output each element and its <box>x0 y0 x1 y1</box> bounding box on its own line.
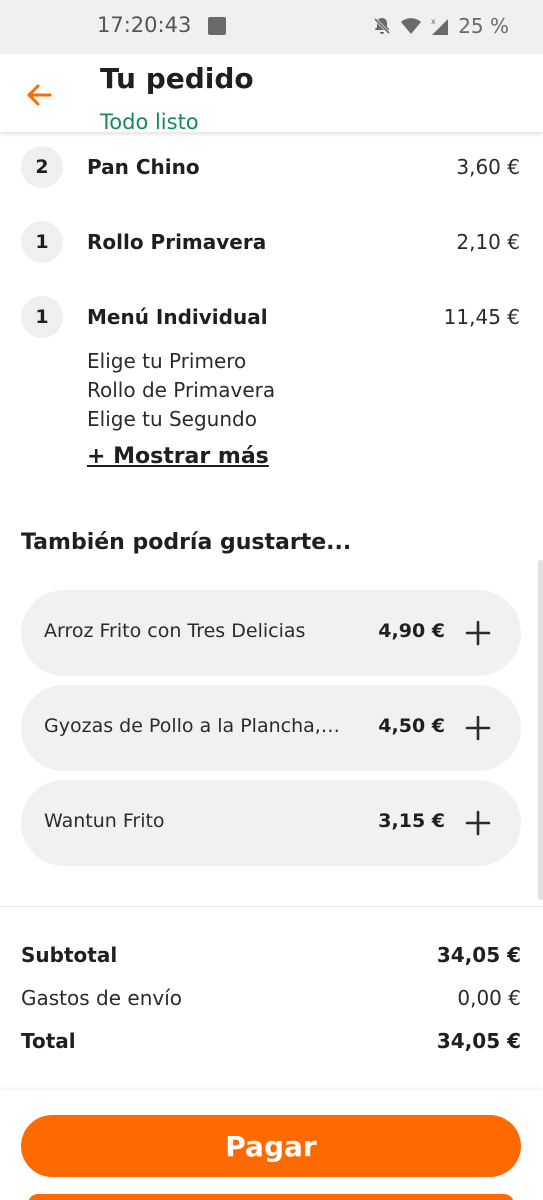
item-option: Rollo de Primavera <box>87 378 276 402</box>
plus-icon[interactable] <box>465 715 491 741</box>
suggestion-price: 3,15 € <box>378 810 445 832</box>
scrollbar[interactable] <box>538 560 543 900</box>
suggestion-card[interactable]: Wantun Frito 3,15 € <box>21 780 521 866</box>
order-item-menu-individual[interactable]: 1 Menú Individual 11,45 € Elige tu Prime… <box>0 296 543 476</box>
battery-level: 25 % <box>458 14 509 38</box>
order-item-pan-chino[interactable]: 2 Pan Chino 3,60 € <box>0 146 543 190</box>
suggestion-name: Gyozas de Pollo a la Plancha, 6... <box>44 715 344 737</box>
quantity-badge: 1 <box>21 221 63 263</box>
item-option: Elige tu Segundo <box>87 407 257 431</box>
total-row: Total 34,05 € <box>21 1029 521 1053</box>
wifi-icon <box>401 18 422 34</box>
total-label: Total <box>21 1029 76 1053</box>
delivery-row: Gastos de envío 0,00 € <box>21 986 521 1010</box>
suggestion-name: Arroz Frito con Tres Delicias <box>44 620 306 642</box>
show-more-link[interactable]: + Mostrar más <box>87 444 269 469</box>
pay-button[interactable]: Pagar <box>21 1115 521 1177</box>
page-subtitle: Todo listo <box>100 110 199 132</box>
subtotal-row: Subtotal 34,05 € <box>21 943 521 967</box>
item-name: Pan Chino <box>87 155 200 179</box>
suggestion-card[interactable]: Gyozas de Pollo a la Plancha, 6... 4,50 … <box>21 685 521 771</box>
item-name: Menú Individual <box>87 305 268 329</box>
plus-icon[interactable] <box>465 620 491 646</box>
subtotal-value: 34,05 € <box>436 943 521 967</box>
svg-text:x: x <box>431 17 436 26</box>
item-price: 3,60 € <box>456 155 520 179</box>
status-bar: 17:20:43 x 25 % <box>0 0 543 54</box>
bell-muted-icon <box>374 17 391 35</box>
signal-icon: x <box>431 17 449 35</box>
app-header: Tu pedido Todo listo <box>0 54 543 132</box>
secondary-button[interactable] <box>28 1194 514 1200</box>
delivery-value: 0,00 € <box>457 986 521 1010</box>
status-time: 17:20:43 <box>97 13 192 37</box>
item-name: Rollo Primavera <box>87 230 267 254</box>
suggestion-name: Wantun Frito <box>44 810 165 832</box>
suggestion-price: 4,90 € <box>378 620 445 642</box>
divider <box>0 906 543 907</box>
item-price: 11,45 € <box>443 305 520 329</box>
status-icons: x 25 % <box>372 14 509 38</box>
order-item-rollo-primavera[interactable]: 1 Rollo Primavera 2,10 € <box>0 221 543 265</box>
total-value: 34,05 € <box>436 1029 521 1053</box>
quantity-badge: 1 <box>21 296 63 338</box>
image-notification-icon <box>208 17 226 35</box>
item-option: Elige tu Primero <box>87 349 247 373</box>
suggestion-card[interactable]: Arroz Frito con Tres Delicias 4,90 € <box>21 590 521 676</box>
plus-icon[interactable] <box>465 810 491 836</box>
page-title: Tu pedido <box>100 62 254 95</box>
delivery-label: Gastos de envío <box>21 986 182 1010</box>
suggestion-price: 4,50 € <box>378 715 445 737</box>
footer: Pagar <box>0 1090 543 1200</box>
subtotal-label: Subtotal <box>21 943 118 967</box>
back-arrow-icon[interactable] <box>22 78 56 112</box>
suggestions-title: También podría gustarte... <box>21 530 352 555</box>
quantity-badge: 2 <box>21 146 63 188</box>
item-price: 2,10 € <box>456 230 520 254</box>
